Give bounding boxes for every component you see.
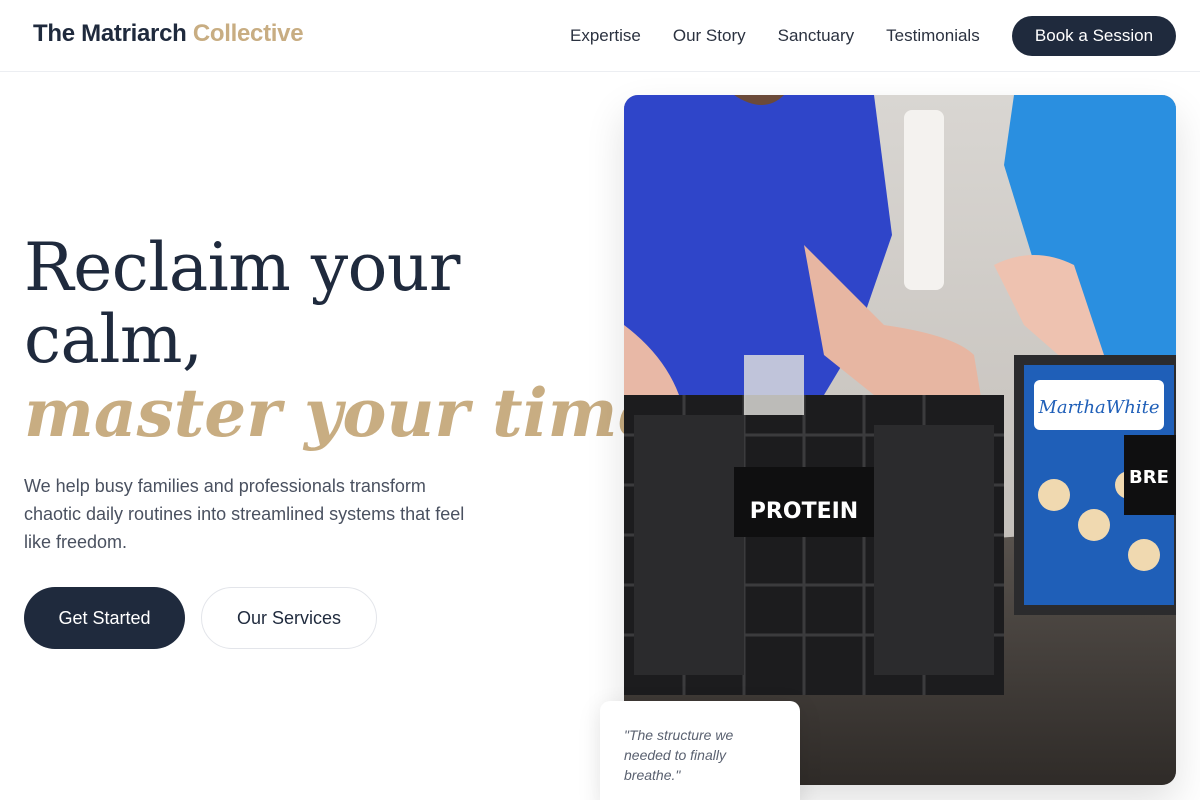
our-services-button[interactable]: Our Services bbox=[201, 587, 377, 649]
brand-name-accent: Collective bbox=[192, 20, 304, 47]
hero-headline: Reclaim your calm, master your time. bbox=[24, 229, 683, 452]
headline-line-2: calm, bbox=[24, 301, 203, 378]
headline-accent: master your time. bbox=[24, 374, 683, 452]
headline-line-1: Reclaim your bbox=[24, 229, 460, 306]
main-nav: Expertise Our Story Sanctuary Testimonia… bbox=[570, 26, 1012, 46]
book-session-button[interactable]: Book a Session bbox=[1012, 16, 1176, 56]
hero-photo: PROTEIN MarthaWhite BRE bbox=[624, 95, 1176, 785]
nav-link-sanctuary[interactable]: Sanctuary bbox=[778, 26, 855, 46]
nav-link-testimonials[interactable]: Testimonials bbox=[886, 26, 980, 46]
brand-logo[interactable]: The Matriarch Collective bbox=[33, 20, 304, 48]
testimonial-quote: "The structure we needed to finally brea… bbox=[624, 727, 734, 783]
testimonial-card: "The structure we needed to finally brea… bbox=[600, 701, 800, 800]
site-header: The Matriarch Collective Expertise Our S… bbox=[0, 0, 1200, 72]
brand-name-main: The Matriarch bbox=[33, 20, 187, 47]
partial-label-text: BRE bbox=[1129, 467, 1169, 488]
hero-subtext: We help busy families and professionals … bbox=[24, 476, 465, 552]
nav-link-our-story[interactable]: Our Story bbox=[673, 26, 746, 46]
protein-label-text: PROTEIN bbox=[750, 499, 858, 524]
nav-link-expertise[interactable]: Expertise bbox=[570, 26, 641, 46]
martha-white-label-text: MarthaWhite bbox=[1037, 397, 1159, 418]
get-started-button[interactable]: Get Started bbox=[24, 587, 185, 649]
hero-photo-illustration: PROTEIN MarthaWhite BRE bbox=[624, 95, 1176, 785]
